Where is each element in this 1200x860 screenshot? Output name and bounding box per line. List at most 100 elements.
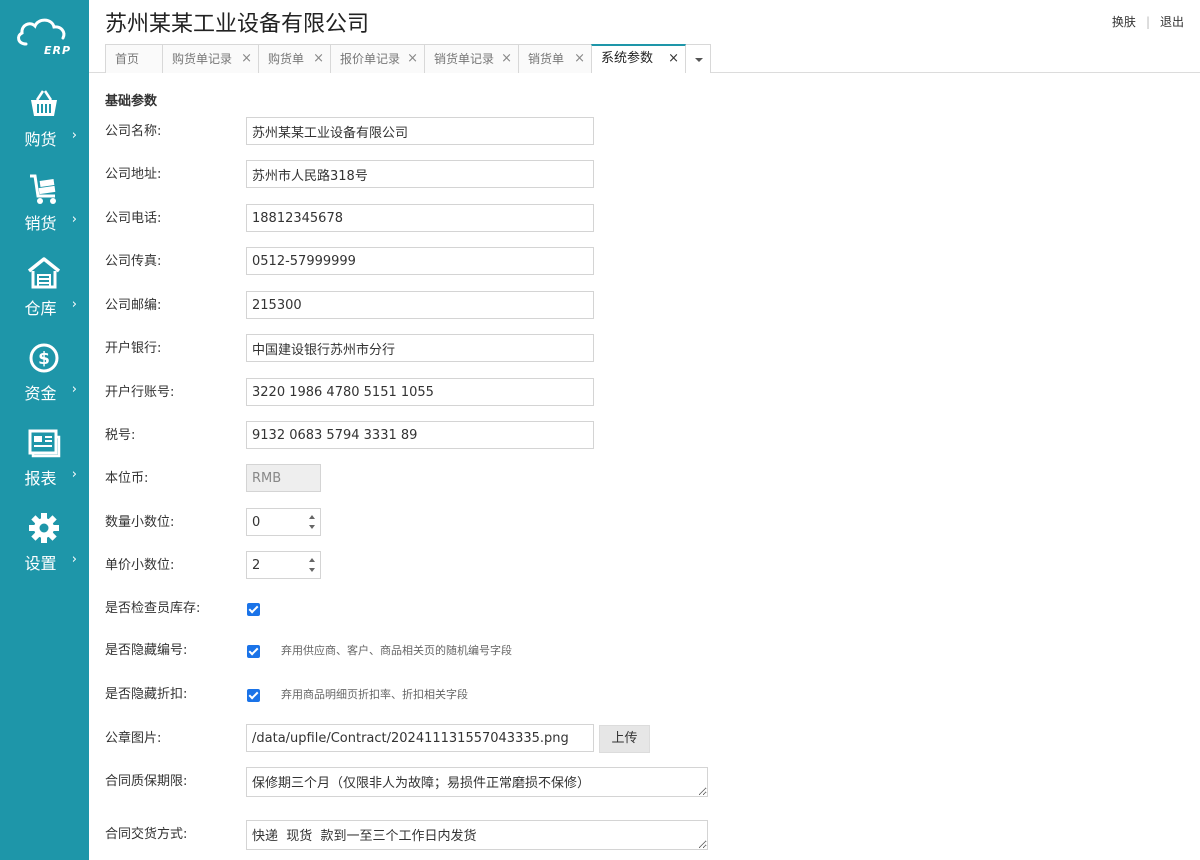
nav-sales[interactable]: 销货 › — [0, 172, 89, 252]
tab-more-dropdown[interactable] — [685, 44, 711, 73]
field-label: 数量小数位: — [105, 515, 175, 530]
tab-sales-records[interactable]: 销货单记录 × — [424, 44, 519, 73]
chevron-right-icon: › — [71, 382, 77, 397]
skin-link[interactable]: 换肤 — [1112, 15, 1136, 29]
tab-label: 报价单记录 — [340, 52, 401, 66]
hide-code-checkbox[interactable] — [247, 645, 260, 658]
nav-purchase[interactable]: 购货 › — [0, 88, 89, 168]
field-label: 公司邮编: — [105, 298, 162, 313]
warehouse-icon — [27, 257, 61, 289]
field-label: 合同质保期限: — [105, 774, 188, 789]
nav-reports[interactable]: 报表 › — [0, 427, 89, 507]
company-name-input[interactable] — [246, 117, 594, 145]
field-label: 开户行账号: — [105, 385, 175, 400]
top-links: 换肤 | 退出 — [1112, 13, 1184, 30]
tab-sales-order[interactable]: 销货单 × — [518, 44, 592, 73]
field-label: 开户银行: — [105, 341, 162, 356]
close-icon[interactable]: × — [407, 45, 418, 73]
nav-funds[interactable]: $ 资金 › — [0, 342, 89, 422]
row-company-fax: 公司传真: — [105, 247, 1185, 277]
gear-icon — [29, 513, 59, 543]
tab-label: 系统参数 — [601, 51, 654, 66]
spin-down-icon[interactable] — [309, 522, 317, 532]
chevron-right-icon: › — [71, 128, 77, 143]
tab-bar: 首页 购货单记录 × 购货单 × 报价单记录 × 销货单记录 × 销货单 × 系… — [105, 44, 711, 73]
row-hide-discount: 是否隐藏折扣: 弃用商品明细页折扣率、折扣相关字段 — [105, 680, 1185, 710]
section-title: 基础参数 — [105, 94, 158, 109]
check-stock-checkbox[interactable] — [247, 603, 260, 616]
header: 苏州某某工业设备有限公司 换肤 | 退出 首页 购货单记录 × 购货单 × 报价单记… — [89, 0, 1200, 73]
price-decimals-stepper[interactable] — [246, 551, 321, 579]
field-label: 是否检查员库存: — [105, 601, 201, 616]
field-label: 合同交货方式: — [105, 827, 188, 842]
company-zip-input[interactable] — [246, 291, 594, 319]
report-icon — [28, 429, 61, 458]
nav-settings[interactable]: 设置 › — [0, 512, 89, 592]
tab-home[interactable]: 首页 — [105, 44, 163, 73]
field-label: 是否隐藏编号: — [105, 643, 188, 658]
tab-system-params[interactable]: 系统参数 × — [591, 44, 686, 73]
field-label: 公司地址: — [105, 167, 162, 182]
basket-icon — [31, 90, 57, 116]
field-label: 公司名称: — [105, 124, 162, 139]
row-delivery: 合同交货方式: 快递 现货 款到一至三个工作日内发货 — [105, 820, 1185, 850]
hide-discount-checkbox[interactable] — [247, 689, 260, 702]
logout-link[interactable]: 退出 — [1160, 15, 1184, 29]
company-address-input[interactable] — [246, 160, 594, 188]
logo-text: ERP — [44, 44, 72, 57]
company-fax-input[interactable] — [246, 247, 594, 275]
chevron-right-icon: › — [71, 297, 77, 312]
field-label: 公司传真: — [105, 254, 162, 269]
row-qty-decimals: 数量小数位: — [105, 508, 1185, 538]
link-separator: | — [1145, 15, 1150, 29]
erp-logo[interactable]: ERP — [14, 14, 72, 60]
warranty-textarea[interactable]: 保修期三个月（仅限非人为故障；易损件正常磨损不保修） — [246, 767, 708, 797]
bank-input[interactable] — [246, 334, 594, 362]
qty-decimals-stepper[interactable] — [246, 508, 321, 536]
row-seal-image: 公章图片: 上传 — [105, 724, 1185, 754]
tab-purchase-order[interactable]: 购货单 × — [258, 44, 331, 73]
bank-account-input[interactable] — [246, 378, 594, 406]
tab-label: 购货单 — [268, 52, 305, 66]
tab-quote-records[interactable]: 报价单记录 × — [330, 44, 425, 73]
svg-text:$: $ — [38, 349, 50, 369]
chevron-right-icon: › — [71, 212, 77, 227]
close-icon[interactable]: × — [574, 45, 585, 73]
field-label: 本位币: — [105, 471, 149, 486]
upload-button[interactable]: 上传 — [599, 725, 650, 753]
nav-warehouse[interactable]: 仓库 › — [0, 257, 89, 337]
row-company-address: 公司地址: — [105, 160, 1185, 190]
row-hide-code: 是否隐藏编号: 弃用供应商、客户、商品相关页的随机编号字段 — [105, 636, 1185, 666]
hint-text: 弃用供应商、客户、商品相关页的随机编号字段 — [281, 644, 512, 657]
row-bank: 开户银行: — [105, 334, 1185, 364]
company-title: 苏州某某工业设备有限公司 — [105, 12, 370, 37]
dollar-icon: $ — [29, 343, 59, 373]
close-icon[interactable]: × — [668, 46, 679, 72]
row-currency: 本位币: — [105, 464, 1185, 494]
qty-decimals-input[interactable] — [247, 509, 307, 535]
row-warranty: 合同质保期限: 保修期三个月（仅限非人为故障；易损件正常磨损不保修） — [105, 767, 1185, 797]
hint-text: 弃用商品明细页折扣率、折扣相关字段 — [281, 688, 468, 701]
close-icon[interactable]: × — [241, 45, 252, 73]
close-icon[interactable]: × — [501, 45, 512, 73]
row-tax-id: 税号: — [105, 421, 1185, 451]
chevron-right-icon: › — [71, 467, 77, 482]
close-icon[interactable]: × — [313, 45, 324, 73]
tab-label: 购货单记录 — [172, 52, 233, 66]
price-decimals-input[interactable] — [247, 552, 307, 578]
delivery-textarea[interactable]: 快递 现货 款到一至三个工作日内发货 — [246, 820, 708, 850]
spin-up-icon[interactable] — [309, 512, 317, 522]
tax-id-input[interactable] — [246, 421, 594, 449]
row-company-zip: 公司邮编: — [105, 291, 1185, 321]
field-label: 是否隐藏折扣: — [105, 687, 188, 702]
company-phone-input[interactable] — [246, 204, 594, 232]
spin-down-icon[interactable] — [309, 565, 317, 575]
field-label: 单价小数位: — [105, 558, 175, 573]
row-price-decimals: 单价小数位: — [105, 551, 1185, 581]
sidebar: ERP 购货 › 销货 › 仓库 › $ 资金 › 报表 › 设置 › — [0, 0, 89, 860]
seal-image-path-input[interactable] — [246, 724, 594, 752]
spin-up-icon[interactable] — [309, 555, 317, 565]
row-check-stock: 是否检查员库存: — [105, 594, 1185, 624]
row-company-phone: 公司电话: — [105, 204, 1185, 234]
tab-purchase-records[interactable]: 购货单记录 × — [162, 44, 259, 73]
